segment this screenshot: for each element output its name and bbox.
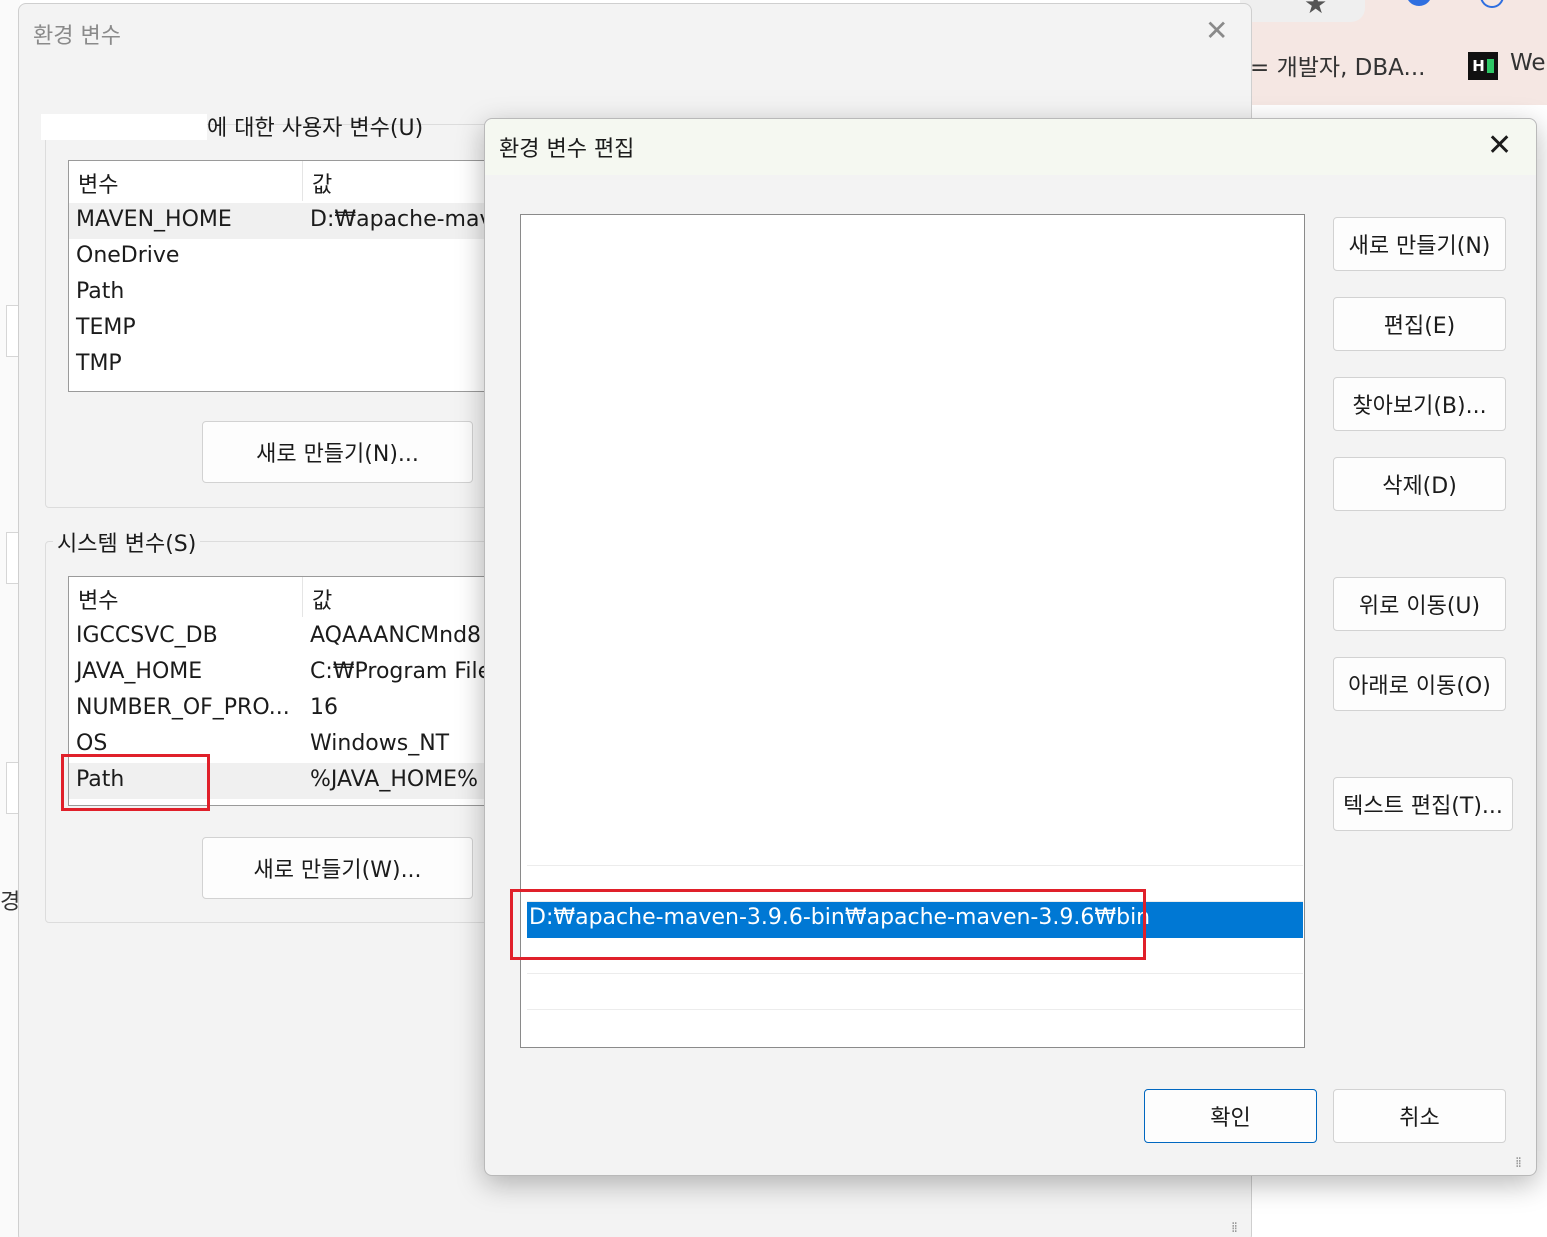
edit-button[interactable]: 편집(E) [1333,297,1506,351]
delete-button[interactable]: 삭제(D) [1333,457,1506,511]
list-item-empty[interactable] [527,830,1303,866]
dialog-title: 환경 변수 편집 [499,137,635,162]
logo-letter: H [1472,57,1485,75]
move-up-button[interactable]: 위로 이동(U) [1333,577,1506,631]
system-variables-label: 시스템 변수(S) [53,526,201,558]
variable-name: MAVEN_HOME [76,207,232,232]
column-header-value[interactable]: 값 [312,583,332,615]
variable-value: 16 [310,695,338,720]
variable-name: NUMBER_OF_PRO... [76,695,290,720]
list-item-empty[interactable] [527,974,1303,1010]
user-new-button[interactable]: 새로 만들기(N)... [202,421,473,483]
dialog-titlebar[interactable] [485,119,1536,175]
column-header-value[interactable]: 값 [312,167,332,199]
variable-value: Windows_NT [310,731,450,756]
highlight-box-path [61,754,210,811]
redacted-username [41,114,207,140]
browser-tab-area [1240,0,1365,22]
move-down-button[interactable]: 아래로 이동(O) [1333,657,1506,711]
column-header-variable[interactable]: 변수 [78,583,118,615]
system-new-button[interactable]: 새로 만들기(W)... [202,837,473,899]
close-icon[interactable]: ✕ [1487,128,1512,163]
variable-value: C:₩Program File [310,659,492,684]
close-icon[interactable]: ✕ [1205,14,1228,47]
highlight-box-path-entry [510,889,1146,960]
bookmark-item-we[interactable]: We [1510,50,1546,76]
variable-name: Path [76,279,125,304]
variable-name: JAVA_HOME [76,659,203,684]
edit-environment-variable-dialog: 환경 변수 편집 ✕ D:₩apache-maven-3.9.6-bin₩apa… [484,118,1537,1176]
variable-value: D:₩apache-mave [310,207,507,232]
cancel-button[interactable]: 취소 [1333,1089,1506,1143]
bookmark-item[interactable]: = 개발자, DBA... [1250,48,1425,82]
variable-value: AQAAANCMnd8 [310,623,482,648]
column-divider[interactable] [302,577,303,617]
column-header-variable[interactable]: 변수 [78,167,118,199]
variable-value: %JAVA_HOME% [310,767,478,792]
ok-button[interactable]: 확인 [1144,1089,1317,1143]
browse-button[interactable]: 찾아보기(B)... [1333,377,1506,431]
window-title: 환경 변수 [33,24,121,49]
bookmark-logo-icon[interactable]: H [1468,52,1498,80]
list-item-empty[interactable] [527,1010,1303,1046]
variable-name: TEMP [76,315,136,340]
column-divider[interactable] [302,161,303,201]
background-window-edge [0,0,20,1237]
new-button[interactable]: 새로 만들기(N) [1333,217,1506,271]
variable-name: OS [76,731,108,756]
variable-name: TMP [76,351,122,376]
logo-accent [1486,59,1494,73]
variable-name: OneDrive [76,243,180,268]
user-variables-label: 에 대한 사용자 변수(U) [207,116,424,141]
resize-grip-icon[interactable]: ⁞⁞ [1231,1220,1238,1236]
variable-name: IGCCSVC_DB [76,623,218,648]
star-icon[interactable]: ★ [1304,0,1327,20]
edit-text-button[interactable]: 텍스트 편집(T)... [1333,777,1513,831]
resize-grip-icon[interactable]: ⁞⁞ [1515,1155,1522,1171]
